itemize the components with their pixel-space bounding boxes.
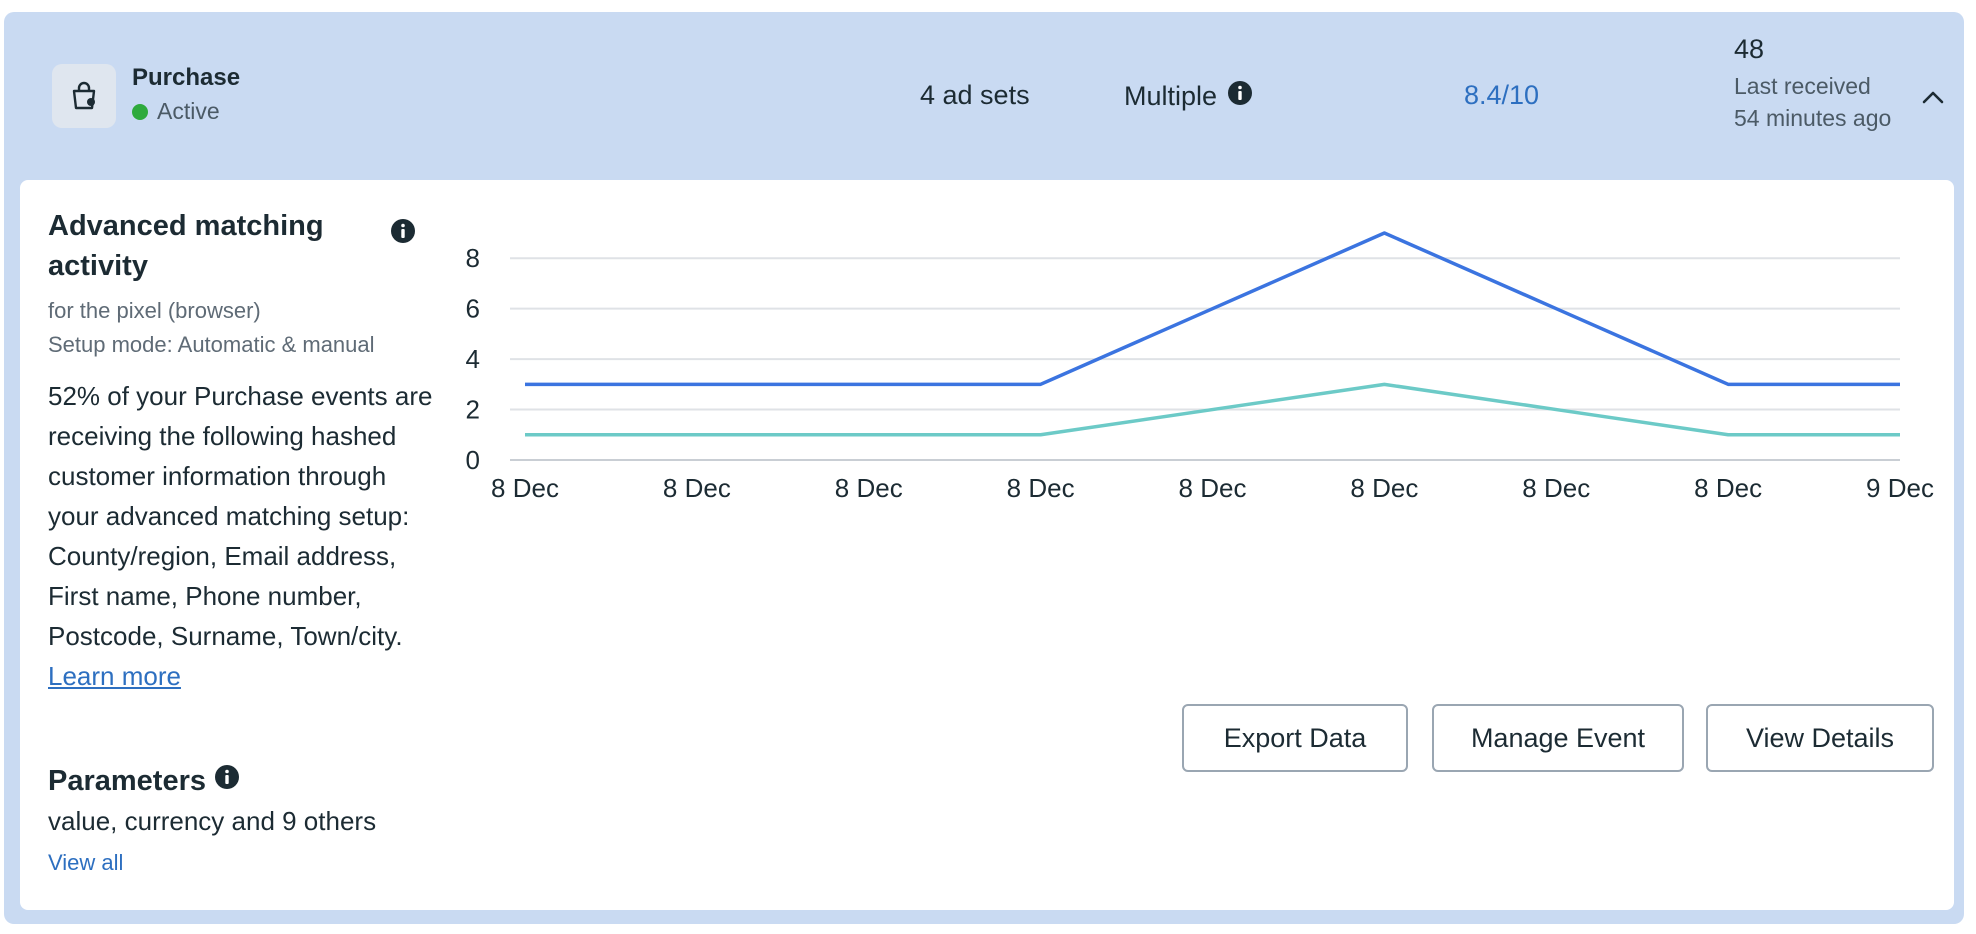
x-tick-label: 8 Dec xyxy=(1350,473,1418,503)
y-tick-label: 8 xyxy=(466,243,480,273)
manage-event-button[interactable]: Manage Event xyxy=(1432,704,1684,772)
parameters-heading: Parameters xyxy=(48,764,240,798)
ad-sets-count: 4 ad sets xyxy=(920,80,1030,110)
y-tick-label: 0 xyxy=(466,445,480,475)
x-tick-label: 8 Dec xyxy=(835,473,903,503)
setup-mode: Setup mode: Automatic & manual xyxy=(48,332,375,357)
info-icon[interactable] xyxy=(214,764,240,798)
view-all-link[interactable]: View all xyxy=(48,850,123,876)
parameters-title: Parameters xyxy=(48,764,206,797)
y-tick-label: 6 xyxy=(466,294,480,324)
description-text: 52% of your Purchase events are receivin… xyxy=(48,381,433,651)
x-tick-label: 9 Dec xyxy=(1866,473,1934,503)
x-tick-label: 8 Dec xyxy=(1694,473,1762,503)
integration-label: Multiple xyxy=(1124,81,1218,111)
advanced-matching-description: 52% of your Purchase events are receivin… xyxy=(48,376,438,696)
x-tick-label: 8 Dec xyxy=(1179,473,1247,503)
advanced-matching-subtitle: for the pixel (browser) xyxy=(48,298,261,323)
view-details-button[interactable]: View Details xyxy=(1706,704,1934,772)
advanced-matching-chart: 0 2 4 6 8 8 Dec 8 Dec 8 Dec 8 Dec 8 Dec 8 Dec 8 Dec… xyxy=(466,231,1934,503)
info-icon[interactable] xyxy=(1227,80,1253,113)
x-tick-label: 8 Dec xyxy=(663,473,731,503)
event-header[interactable]: Purchase Active 4 ad sets Multiple 8.4/1… xyxy=(4,12,1964,180)
advanced-matching-title: Advanced matching activity xyxy=(48,210,324,282)
status-dot xyxy=(132,103,148,120)
event-status: Active xyxy=(132,98,220,125)
export-data-button[interactable]: Export Data xyxy=(1182,704,1408,772)
x-tick-label: 8 Dec xyxy=(1007,473,1075,503)
chevron-up-icon[interactable] xyxy=(1922,90,1944,109)
status-label: Active xyxy=(157,98,220,124)
event-details-panel: Advanced matching activity for the pixel… xyxy=(20,180,1954,910)
event-card: Purchase Active 4 ad sets Multiple 8.4/1… xyxy=(4,12,1964,924)
last-received: Last received 54 minutes ago xyxy=(1734,73,1892,131)
integration: Multiple xyxy=(1124,80,1253,113)
event-count: 48 xyxy=(1734,34,1765,64)
event-name: Purchase xyxy=(132,64,241,91)
parameters-list: value, currency and 9 others xyxy=(48,806,377,836)
x-tick-label: 8 Dec xyxy=(491,473,559,503)
y-tick-label: 4 xyxy=(466,344,480,374)
info-icon[interactable] xyxy=(390,218,416,249)
x-tick-label: 8 Dec xyxy=(1522,473,1590,503)
y-tick-label: 2 xyxy=(466,395,480,425)
learn-more-link[interactable]: Learn more xyxy=(48,661,181,691)
event-match-quality[interactable]: 8.4/10 xyxy=(1464,80,1539,111)
shopping-bag-icon xyxy=(52,64,116,128)
